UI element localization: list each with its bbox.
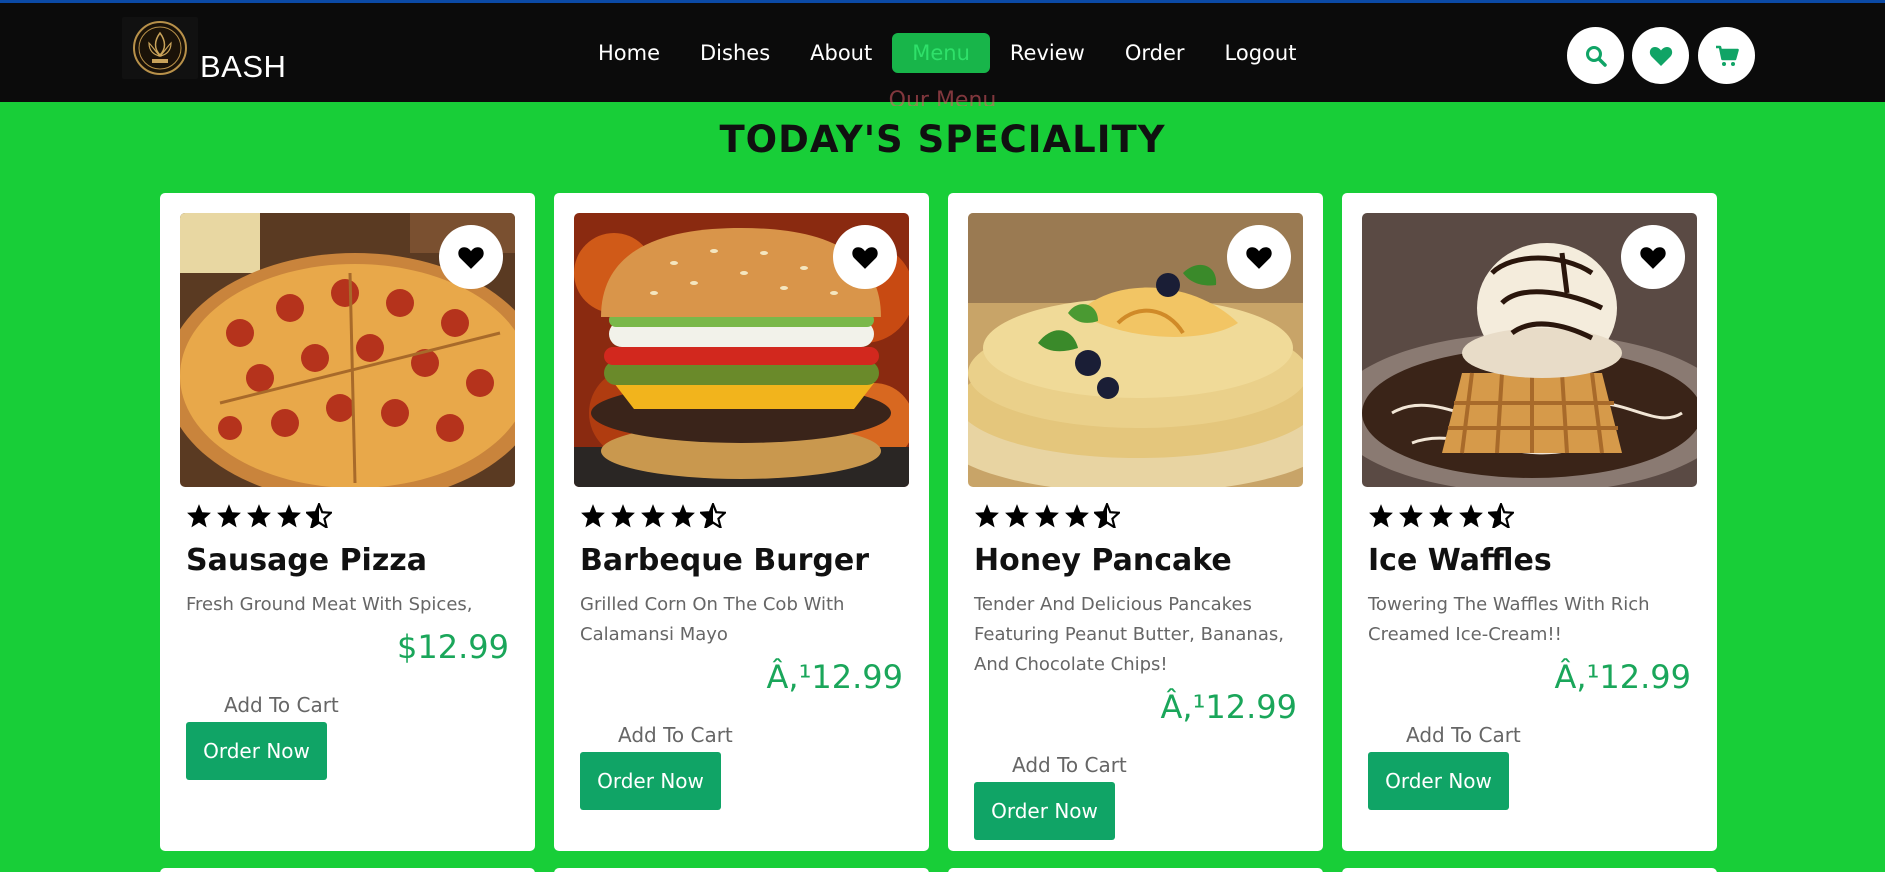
next-row-card-edge — [948, 868, 1323, 872]
section-title: TODAY'S SPECIALITY — [719, 118, 1166, 161]
order-now-button[interactable]: Order Now — [186, 722, 327, 780]
nav-menu[interactable]: Menu — [892, 33, 990, 73]
menu-card: Sausage Pizza Fresh Ground Meat With Spi… — [160, 193, 535, 851]
add-to-cart-button[interactable]: Add To Cart — [618, 723, 733, 747]
add-to-cart-button[interactable]: Add To Cart — [224, 693, 339, 717]
heart-icon — [852, 246, 878, 269]
half-star-icon — [306, 503, 332, 528]
heart-icon — [458, 246, 484, 269]
star-icon — [277, 504, 301, 528]
nav-logout[interactable]: Logout — [1205, 33, 1317, 73]
brand-logo[interactable] — [122, 17, 198, 79]
nav-order[interactable]: Order — [1105, 33, 1205, 73]
dish-price: Â,¹12.99 — [766, 658, 904, 696]
add-to-cart-button[interactable]: Add To Cart — [1012, 753, 1127, 777]
dish-description: Fresh Ground Meat With Spices, — [186, 594, 473, 615]
half-star-icon — [1094, 503, 1120, 528]
nav-review[interactable]: Review — [990, 33, 1105, 73]
section-subtitle: Our Menu — [888, 88, 997, 106]
heart-icon — [1246, 246, 1272, 269]
dish-price: Â,¹12.99 — [1554, 658, 1692, 696]
search-button[interactable] — [1567, 27, 1624, 84]
favorite-button[interactable] — [1227, 225, 1291, 289]
search-icon — [1585, 45, 1607, 67]
rating-stars — [1368, 503, 1514, 528]
cart-button[interactable] — [1698, 27, 1755, 84]
star-icon — [1005, 504, 1029, 528]
dish-name: Barbeque Burger — [580, 543, 869, 578]
menu-card: Honey Pancake Tender And Delicious Panca… — [948, 193, 1323, 851]
dish-name: Ice Waffles — [1368, 543, 1552, 578]
star-icon — [1399, 504, 1423, 528]
star-icon — [581, 504, 605, 528]
heart-icon — [1649, 46, 1672, 66]
star-icon — [1429, 504, 1453, 528]
star-icon — [247, 504, 271, 528]
rating-stars — [580, 503, 726, 528]
dish-price: $12.99 — [397, 628, 509, 666]
star-icon — [1065, 504, 1089, 528]
next-row-card-edge — [160, 868, 535, 872]
cart-icon — [1715, 45, 1739, 66]
dish-name: Honey Pancake — [974, 543, 1232, 578]
star-icon — [1459, 504, 1483, 528]
star-icon — [1369, 504, 1393, 528]
rating-stars — [186, 503, 332, 528]
next-row-card-edge — [554, 868, 929, 872]
rating-stars — [974, 503, 1120, 528]
main-nav: Home Dishes About Menu Review Order Logo… — [578, 32, 1316, 74]
order-now-button[interactable]: Order Now — [974, 782, 1115, 840]
menu-card: Ice Waffles Towering The Waffles With Ri… — [1342, 193, 1717, 851]
favorite-button[interactable] — [1621, 225, 1685, 289]
star-icon — [671, 504, 695, 528]
next-row-card-edge — [1342, 868, 1717, 872]
nav-dishes[interactable]: Dishes — [680, 33, 790, 73]
star-icon — [1035, 504, 1059, 528]
dish-price: Â,¹12.99 — [1160, 688, 1298, 726]
heart-icon — [1640, 246, 1666, 269]
star-icon — [187, 504, 211, 528]
brand-name[interactable]: BASH — [200, 49, 286, 85]
dish-description: Grilled Corn On The Cob With Calamansi M… — [580, 594, 845, 645]
nav-about[interactable]: About — [790, 33, 892, 73]
dish-description: Tender And Delicious Pancakes Featuring … — [974, 594, 1284, 675]
menu-card: Barbeque Burger Grilled Corn On The Cob … — [554, 193, 929, 851]
dish-description: Towering The Waffles With Rich Creamed I… — [1368, 594, 1650, 645]
favorite-button[interactable] — [439, 225, 503, 289]
order-now-button[interactable]: Order Now — [1368, 752, 1509, 810]
wishlist-button[interactable] — [1632, 27, 1689, 84]
star-icon — [975, 504, 999, 528]
add-to-cart-button[interactable]: Add To Cart — [1406, 723, 1521, 747]
dish-name: Sausage Pizza — [186, 543, 428, 578]
star-icon — [217, 504, 241, 528]
favorite-button[interactable] — [833, 225, 897, 289]
half-star-icon — [1488, 503, 1514, 528]
order-now-button[interactable]: Order Now — [580, 752, 721, 810]
half-star-icon — [700, 503, 726, 528]
star-icon — [641, 504, 665, 528]
star-icon — [611, 504, 635, 528]
nav-home[interactable]: Home — [578, 33, 680, 73]
